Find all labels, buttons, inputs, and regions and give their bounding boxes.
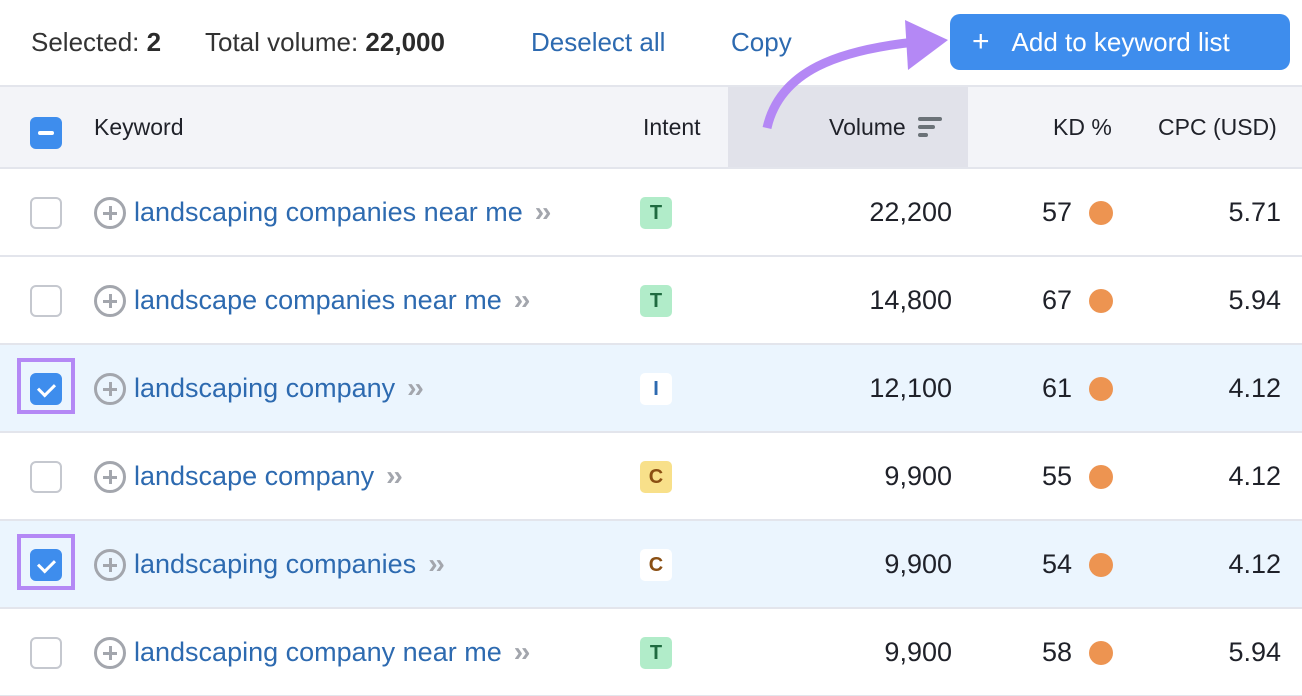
add-to-keyword-list-button[interactable]: + Add to keyword list <box>950 14 1290 70</box>
add-keyword-plus-circle-icon[interactable] <box>94 285 126 317</box>
keyword-text: landscape companies near me <box>134 285 502 315</box>
intent-badge: C <box>640 461 672 493</box>
column-header-volume[interactable]: Volume <box>829 87 942 167</box>
kd-difficulty-dot-icon <box>1089 377 1113 401</box>
row-checkbox[interactable] <box>30 549 62 581</box>
double-chevron-right-icon[interactable]: ›› <box>514 638 531 666</box>
intent-badge: I <box>640 373 672 405</box>
column-header-keyword[interactable]: Keyword <box>94 87 183 167</box>
row-checkbox[interactable] <box>30 373 62 405</box>
kd-difficulty-dot-icon <box>1089 201 1113 225</box>
total-volume-label: Total volume: <box>205 27 359 57</box>
keyword-text: landscape company <box>134 461 375 491</box>
deselect-all-link[interactable]: Deselect all <box>531 26 665 58</box>
cpc-value: 4.12 <box>1228 373 1281 403</box>
table-header: Keyword Intent Volume KD % CPC (USD) <box>0 85 1302 169</box>
cpc-value: 4.12 <box>1228 461 1281 491</box>
column-header-kd[interactable]: KD % <box>1053 87 1112 167</box>
column-header-volume-label: Volume <box>829 113 906 140</box>
keyword-link[interactable]: landscaping companies ›› <box>134 547 445 581</box>
volume-value: 9,900 <box>884 461 952 491</box>
double-chevron-right-icon[interactable]: ›› <box>428 550 445 578</box>
cpc-value: 4.12 <box>1228 549 1281 579</box>
select-all-checkbox[interactable] <box>30 117 62 149</box>
table-row: landscape company ›› C 9,900 55 4.12 <box>0 433 1302 521</box>
table-row: landscaping company ›› I 12,100 61 4.12 <box>0 345 1302 433</box>
volume-value: 9,900 <box>884 637 952 667</box>
sort-descending-icon[interactable] <box>917 117 942 137</box>
volume-value: 9,900 <box>884 549 952 579</box>
kd-value: 61 <box>1041 373 1072 403</box>
keyword-text: landscaping company near me <box>134 637 502 667</box>
kd-difficulty-dot-icon <box>1089 465 1113 489</box>
selection-toolbar: Selected: 2 Total volume: 22,000 Deselec… <box>0 0 1302 85</box>
kd-value: 58 <box>1041 637 1072 667</box>
column-header-intent[interactable]: Intent <box>643 87 701 167</box>
kd-difficulty-dot-icon <box>1089 553 1113 577</box>
add-keyword-plus-circle-icon[interactable] <box>94 373 126 405</box>
add-keyword-plus-circle-icon[interactable] <box>94 549 126 581</box>
double-chevron-right-icon[interactable]: ›› <box>386 462 403 490</box>
kd-value: 55 <box>1041 461 1072 491</box>
intent-badge: T <box>640 637 672 669</box>
kd-value: 54 <box>1041 549 1072 579</box>
add-to-keyword-list-label: Add to keyword list <box>1011 26 1230 57</box>
kd-value: 67 <box>1041 285 1072 315</box>
cpc-value: 5.94 <box>1228 637 1281 667</box>
column-header-cpc[interactable]: CPC (USD) <box>1158 87 1277 167</box>
keyword-link[interactable]: landscaping company near me ›› <box>134 635 531 669</box>
intent-badge: C <box>640 549 672 581</box>
add-keyword-plus-circle-icon[interactable] <box>94 637 126 669</box>
kd-difficulty-dot-icon <box>1089 641 1113 665</box>
keyword-link[interactable]: landscape company ›› <box>134 459 403 493</box>
kd-value: 57 <box>1041 197 1072 227</box>
double-chevron-right-icon[interactable]: ›› <box>535 198 552 226</box>
selected-label: Selected: <box>31 27 140 57</box>
keyword-text: landscaping companies near me <box>134 197 523 227</box>
table-row: landscaping company near me ›› T 9,900 5… <box>0 609 1302 696</box>
row-checkbox[interactable] <box>30 461 62 493</box>
keyword-link[interactable]: landscape companies near me ›› <box>134 283 531 317</box>
keyword-link[interactable]: landscaping company ›› <box>134 371 424 405</box>
cpc-value: 5.94 <box>1228 285 1281 315</box>
row-checkbox[interactable] <box>30 637 62 669</box>
volume-value: 22,200 <box>869 197 952 227</box>
total-volume-value: 22,000 <box>365 27 445 57</box>
row-checkbox[interactable] <box>30 285 62 317</box>
keyword-text: landscaping companies <box>134 549 417 579</box>
intent-badge: T <box>640 197 672 229</box>
intent-badge: T <box>640 285 672 317</box>
keyword-text: landscaping company <box>134 373 396 403</box>
plus-icon: + <box>972 25 990 58</box>
keyword-link[interactable]: landscaping companies near me ›› <box>134 195 552 229</box>
kd-difficulty-dot-icon <box>1089 289 1113 313</box>
volume-value: 14,800 <box>869 285 952 315</box>
selected-count: 2 <box>146 27 162 57</box>
selected-count-text: Selected: 2 <box>31 26 161 58</box>
add-keyword-plus-circle-icon[interactable] <box>94 197 126 229</box>
double-chevron-right-icon[interactable]: ›› <box>407 374 424 402</box>
copy-link[interactable]: Copy <box>731 26 792 58</box>
table-row: landscape companies near me ›› T 14,800 … <box>0 257 1302 345</box>
row-checkbox[interactable] <box>30 197 62 229</box>
double-chevron-right-icon[interactable]: ›› <box>514 286 531 314</box>
table-row: landscaping companies near me ›› T 22,20… <box>0 169 1302 257</box>
volume-value: 12,100 <box>869 373 952 403</box>
total-volume-text: Total volume: 22,000 <box>205 26 445 58</box>
table-row: landscaping companies ›› C 9,900 54 4.12 <box>0 521 1302 609</box>
cpc-value: 5.71 <box>1228 197 1281 227</box>
add-keyword-plus-circle-icon[interactable] <box>94 461 126 493</box>
